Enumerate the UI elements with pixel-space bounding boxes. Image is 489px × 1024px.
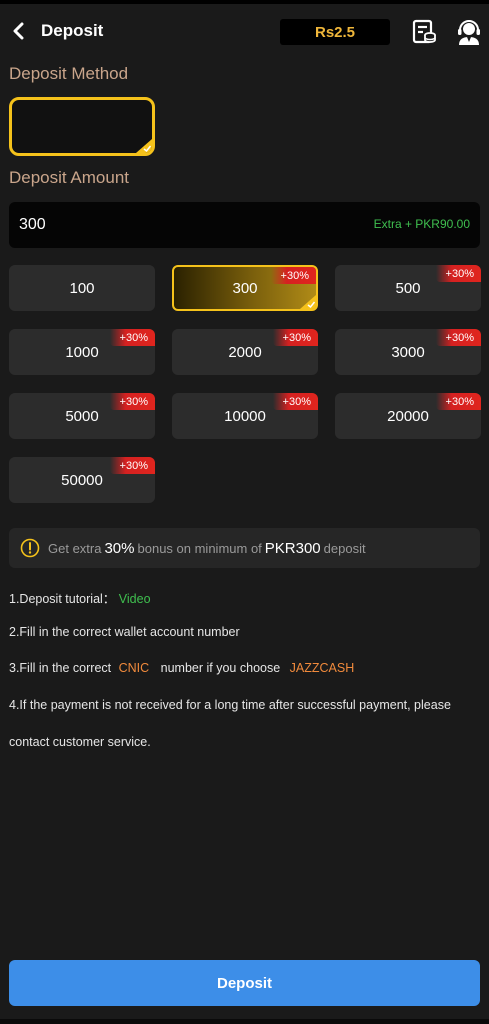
amount-option-value: 2000 bbox=[228, 343, 262, 361]
chevron-left-icon[interactable] bbox=[8, 20, 28, 42]
balance-badge: Rs2.5 bbox=[280, 19, 390, 45]
bonus-badge: +30% bbox=[435, 265, 481, 282]
customer-support-icon[interactable] bbox=[456, 18, 482, 46]
notice-text-post: deposit bbox=[323, 540, 366, 556]
amount-option-5000[interactable]: 5000 +30% bbox=[9, 393, 155, 439]
bonus-badge: +30% bbox=[270, 267, 316, 284]
step-3-text-mid: number if you choose bbox=[160, 661, 281, 675]
bonus-badge: +30% bbox=[109, 457, 155, 474]
bonus-notice: Get extra 30% bonus on minimum of PKR300… bbox=[9, 528, 480, 568]
amount-option-300[interactable]: 300 +30% bbox=[172, 265, 318, 311]
notice-percent: 30% bbox=[104, 539, 135, 557]
amount-option-10000[interactable]: 10000 +30% bbox=[172, 393, 318, 439]
cnic-highlight: CNIC bbox=[118, 661, 150, 675]
bonus-badge: +30% bbox=[435, 393, 481, 410]
step-2: 2.Fill in the correct wallet account num… bbox=[9, 625, 240, 639]
deposit-method-label: Deposit Method bbox=[9, 64, 129, 83]
header: Deposit Rs2.5 bbox=[0, 4, 489, 58]
deposit-amount-label: Deposit Amount bbox=[9, 168, 130, 187]
amount-option-100[interactable]: 100 bbox=[9, 265, 155, 311]
notice-text-pre: Get extra bbox=[48, 540, 102, 556]
bonus-badge: +30% bbox=[109, 393, 155, 410]
amount-option-value: 20000 bbox=[387, 407, 429, 425]
amount-option-50000[interactable]: 50000 +30% bbox=[9, 457, 155, 503]
step-4-line-1: 4.If the payment is not received for a l… bbox=[9, 698, 451, 712]
jazzcash-highlight: JAZZCASH bbox=[289, 661, 355, 675]
bonus-badge: +30% bbox=[272, 329, 318, 346]
amount-option-value: 50000 bbox=[61, 471, 103, 489]
amount-option-3000[interactable]: 3000 +30% bbox=[335, 329, 481, 375]
step-3: 3.Fill in the correct CNIC number if you… bbox=[9, 661, 479, 675]
amount-option-value: 3000 bbox=[391, 343, 425, 361]
amount-option-value: 5000 bbox=[65, 407, 99, 425]
amount-option-2000[interactable]: 2000 +30% bbox=[172, 329, 318, 375]
step-1: 1.Deposit tutorial： Video bbox=[9, 588, 479, 607]
extra-bonus-text: Extra + PKR90.00 bbox=[373, 217, 470, 231]
info-icon bbox=[20, 538, 40, 558]
amount-option-value: 300 bbox=[232, 279, 258, 297]
records-icon[interactable] bbox=[411, 19, 437, 45]
amount-option-500[interactable]: 500 +30% bbox=[335, 265, 481, 311]
amount-option-value: 500 bbox=[395, 279, 421, 297]
video-tutorial-link[interactable]: Video bbox=[119, 592, 151, 606]
amount-option-value: 10000 bbox=[224, 407, 266, 425]
notice-amount: PKR300 bbox=[264, 539, 321, 557]
amount-option-value: 100 bbox=[69, 279, 95, 297]
amount-option-value: 1000 bbox=[65, 343, 99, 361]
bonus-badge: +30% bbox=[272, 393, 318, 410]
amount-field[interactable]: Extra + PKR90.00 bbox=[9, 202, 480, 248]
selected-check-icon bbox=[300, 295, 316, 309]
step-3-text-pre: 3.Fill in the correct bbox=[9, 661, 112, 675]
notice-text-mid: bonus on minimum of bbox=[137, 540, 262, 556]
bonus-badge: +30% bbox=[109, 329, 155, 346]
deposit-button[interactable]: Deposit bbox=[9, 960, 480, 1006]
bottom-edge bbox=[0, 1019, 489, 1024]
deposit-method-option[interactable] bbox=[9, 97, 155, 156]
step-1-text: 1.Deposit tutorial： bbox=[9, 592, 116, 606]
amount-option-20000[interactable]: 20000 +30% bbox=[335, 393, 481, 439]
page-title: Deposit bbox=[41, 21, 104, 40]
amount-input[interactable] bbox=[19, 202, 319, 248]
amount-option-1000[interactable]: 1000 +30% bbox=[9, 329, 155, 375]
bonus-badge: +30% bbox=[435, 329, 481, 346]
selected-check-icon bbox=[136, 139, 152, 153]
step-4-line-2: contact customer service. bbox=[9, 735, 151, 749]
